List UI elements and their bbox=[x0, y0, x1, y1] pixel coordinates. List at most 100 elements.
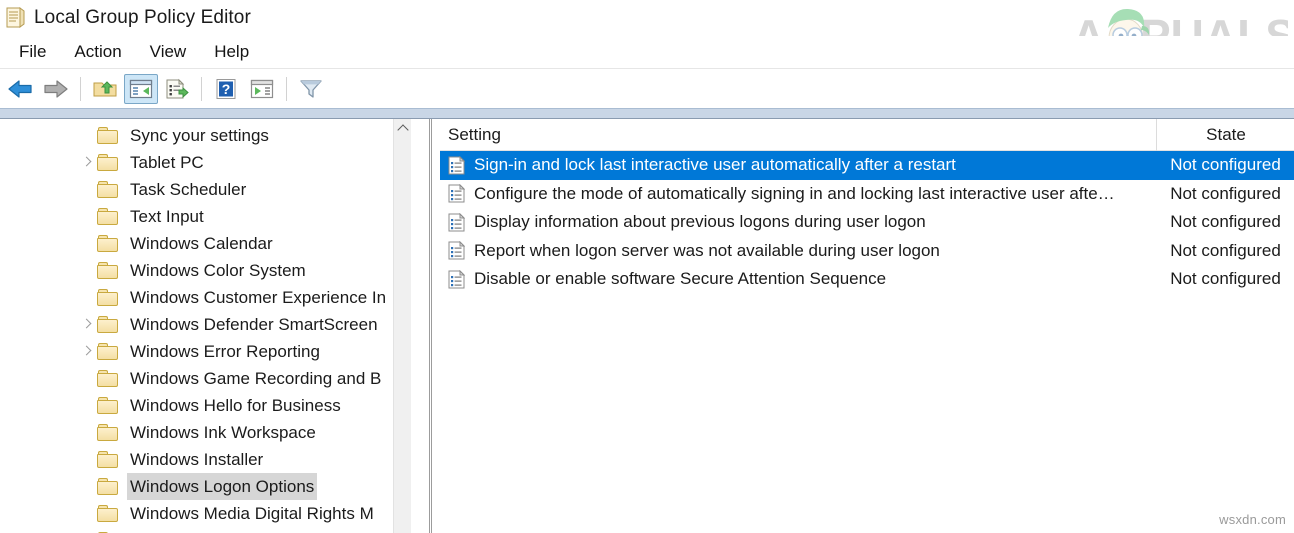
tree-item-partial[interactable] bbox=[0, 527, 409, 533]
toolbar-separator bbox=[201, 77, 202, 101]
folder-icon bbox=[97, 181, 118, 198]
menu-item-action[interactable]: Action bbox=[61, 40, 134, 64]
tree-item-label: Task Scheduler bbox=[127, 176, 249, 203]
setting-name: Disable or enable software Secure Attent… bbox=[474, 269, 886, 289]
table-row[interactable]: Configure the mode of automatically sign… bbox=[440, 180, 1294, 209]
tree-item-windows-installer[interactable]: Windows Installer bbox=[0, 446, 409, 473]
tree-item-label: Tablet PC bbox=[127, 149, 207, 176]
toolbar-separator bbox=[80, 77, 81, 101]
setting-state: Not configured bbox=[1156, 155, 1294, 175]
console-tree-pane: Sync your settings Tablet PC Task Sched bbox=[0, 119, 430, 533]
tree-item-label: Windows Calendar bbox=[127, 230, 276, 257]
window-title: Local Group Policy Editor bbox=[34, 7, 251, 29]
settings-list-pane: Setting State bbox=[431, 119, 1294, 533]
folder-icon bbox=[97, 316, 118, 333]
policy-setting-icon bbox=[448, 270, 465, 289]
folder-icon bbox=[97, 235, 118, 252]
filter-icon[interactable] bbox=[294, 74, 328, 104]
toolbar-separator bbox=[286, 77, 287, 101]
tree-item-windows-media-drm[interactable]: Windows Media Digital Rights M bbox=[0, 500, 409, 527]
tree-item-label: Text Input bbox=[127, 203, 207, 230]
folder-icon bbox=[97, 397, 118, 414]
tree-item-label: Windows Hello for Business bbox=[127, 392, 344, 419]
tree-item-label: Windows Logon Options bbox=[127, 473, 317, 500]
toolbar: ? bbox=[0, 70, 1294, 108]
tree-item-label: Sync your settings bbox=[127, 122, 272, 149]
menu-item-view[interactable]: View bbox=[137, 40, 200, 64]
list-column-headers: Setting State bbox=[440, 119, 1294, 151]
tree-item-windows-customer-experience[interactable]: Windows Customer Experience In bbox=[0, 284, 409, 311]
table-row[interactable]: Report when logon server was not availab… bbox=[440, 237, 1294, 266]
show-hide-action-pane-icon[interactable] bbox=[245, 74, 279, 104]
menu-item-help[interactable]: Help bbox=[201, 40, 262, 64]
tree-item-label: Windows Error Reporting bbox=[127, 338, 323, 365]
folder-icon bbox=[97, 262, 118, 279]
tree-item-label: Windows Media Digital Rights M bbox=[127, 500, 377, 527]
tree-item-label: Windows Customer Experience In bbox=[127, 284, 389, 311]
setting-name: Sign-in and lock last interactive user a… bbox=[474, 155, 956, 175]
column-header-setting[interactable]: Setting bbox=[440, 125, 1156, 145]
policy-document-icon bbox=[4, 6, 26, 30]
forward-arrow-icon[interactable] bbox=[39, 74, 73, 104]
tree-item-windows-defender-smartscreen[interactable]: Windows Defender SmartScreen bbox=[0, 311, 409, 338]
content-panes: Sync your settings Tablet PC Task Sched bbox=[0, 119, 1294, 533]
tree-item-windows-logon-options[interactable]: Windows Logon Options bbox=[0, 473, 409, 500]
toolbar-bottom-strip bbox=[0, 108, 1294, 119]
help-icon[interactable]: ? bbox=[209, 74, 243, 104]
local-group-policy-editor-window: Local Group Policy Editor A PUALS File A… bbox=[0, 0, 1294, 533]
export-list-icon[interactable] bbox=[160, 74, 194, 104]
tree-item-label: Windows Color System bbox=[127, 257, 309, 284]
tree-item-windows-calendar[interactable]: Windows Calendar bbox=[0, 230, 409, 257]
folder-icon bbox=[97, 370, 118, 387]
menu-item-file[interactable]: File bbox=[6, 40, 59, 64]
policy-setting-icon bbox=[448, 184, 465, 203]
menu-bar: File Action View Help bbox=[0, 36, 1294, 69]
folder-icon bbox=[97, 343, 118, 360]
tree-item-text-input[interactable]: Text Input bbox=[0, 203, 409, 230]
tree-item-windows-hello-for-business[interactable]: Windows Hello for Business bbox=[0, 392, 409, 419]
up-one-level-icon[interactable] bbox=[88, 74, 122, 104]
policy-setting-icon bbox=[448, 241, 465, 260]
setting-state: Not configured bbox=[1156, 241, 1294, 261]
console-tree-scrollbar[interactable] bbox=[393, 119, 411, 533]
tree-item-windows-color-system[interactable]: Windows Color System bbox=[0, 257, 409, 284]
folder-icon bbox=[97, 208, 118, 225]
setting-state: Not configured bbox=[1156, 269, 1294, 289]
table-row[interactable]: Display information about previous logon… bbox=[440, 208, 1294, 237]
tree-item-label: Windows Installer bbox=[127, 446, 266, 473]
folder-icon bbox=[97, 289, 118, 306]
tree-item-label: Windows Ink Workspace bbox=[127, 419, 319, 446]
setting-state: Not configured bbox=[1156, 184, 1294, 204]
tree-pane-gutter bbox=[411, 119, 429, 533]
scroll-up-arrow-icon[interactable] bbox=[394, 119, 412, 137]
folder-icon bbox=[97, 154, 118, 171]
title-bar: Local Group Policy Editor bbox=[0, 0, 1294, 36]
tree-item-label: Windows Defender SmartScreen bbox=[127, 311, 381, 338]
table-row[interactable]: Disable or enable software Secure Attent… bbox=[440, 265, 1294, 294]
tree-item-windows-game-recording[interactable]: Windows Game Recording and B bbox=[0, 365, 409, 392]
table-row[interactable]: Sign-in and lock last interactive user a… bbox=[440, 151, 1294, 180]
setting-name: Display information about previous logon… bbox=[474, 212, 926, 232]
setting-name: Configure the mode of automatically sign… bbox=[474, 184, 1115, 204]
policy-setting-icon bbox=[448, 156, 465, 175]
svg-text:?: ? bbox=[222, 81, 231, 97]
back-arrow-icon[interactable] bbox=[3, 74, 37, 104]
tree-item-sync-your-settings[interactable]: Sync your settings bbox=[0, 122, 409, 149]
folder-icon bbox=[97, 424, 118, 441]
tree-item-task-scheduler[interactable]: Task Scheduler bbox=[0, 176, 409, 203]
tree-item-tablet-pc[interactable]: Tablet PC bbox=[0, 149, 409, 176]
column-header-state[interactable]: State bbox=[1157, 125, 1294, 145]
show-hide-console-tree-icon[interactable] bbox=[124, 74, 158, 104]
tree-item-windows-ink-workspace[interactable]: Windows Ink Workspace bbox=[0, 419, 409, 446]
chevron-right-icon[interactable] bbox=[77, 149, 97, 176]
chevron-right-icon[interactable] bbox=[77, 338, 97, 365]
policy-setting-icon bbox=[448, 213, 465, 232]
chevron-right-icon[interactable] bbox=[77, 311, 97, 338]
folder-icon bbox=[97, 127, 118, 144]
folder-icon bbox=[97, 478, 118, 495]
setting-state: Not configured bbox=[1156, 212, 1294, 232]
settings-list: Sign-in and lock last interactive user a… bbox=[440, 151, 1294, 294]
tree-item-windows-error-reporting[interactable]: Windows Error Reporting bbox=[0, 338, 409, 365]
console-tree: Sync your settings Tablet PC Task Sched bbox=[0, 122, 409, 533]
folder-icon bbox=[97, 451, 118, 468]
